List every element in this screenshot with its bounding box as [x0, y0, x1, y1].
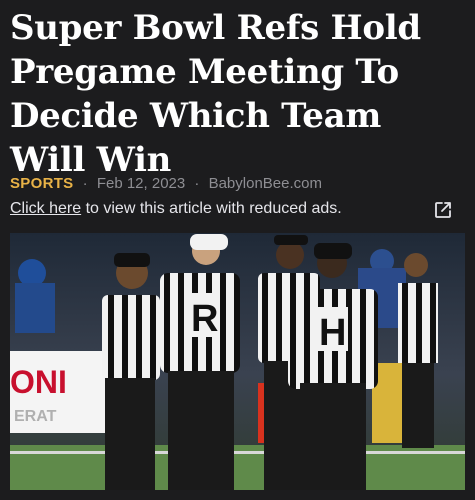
- meta-separator: ·: [82, 175, 88, 192]
- article-source: BabylonBee.com: [208, 175, 322, 192]
- banner-subtext: ERAT: [14, 408, 57, 425]
- reduced-ads-notice: Click here to view this article with red…: [10, 200, 465, 222]
- reduced-ads-text: to view this article with reduced ads.: [81, 200, 342, 217]
- jersey-letter-h: H: [319, 312, 346, 354]
- article-meta: SPORTS · Feb 12, 2023 · BabylonBee.com: [10, 175, 322, 192]
- reduced-ads-link[interactable]: Click here: [10, 200, 81, 217]
- meta-separator: ·: [194, 175, 200, 192]
- article-category[interactable]: SPORTS: [10, 175, 73, 192]
- banner-text: ONI: [10, 364, 67, 400]
- article-date: Feb 12, 2023: [96, 175, 186, 192]
- jersey-letter-r: R: [191, 298, 218, 340]
- external-link-icon[interactable]: [433, 200, 453, 220]
- article-photo[interactable]: ONI ERAT R H: [10, 233, 465, 490]
- article-headline: Super Bowl Refs Hold Pregame Meeting To …: [10, 8, 421, 180]
